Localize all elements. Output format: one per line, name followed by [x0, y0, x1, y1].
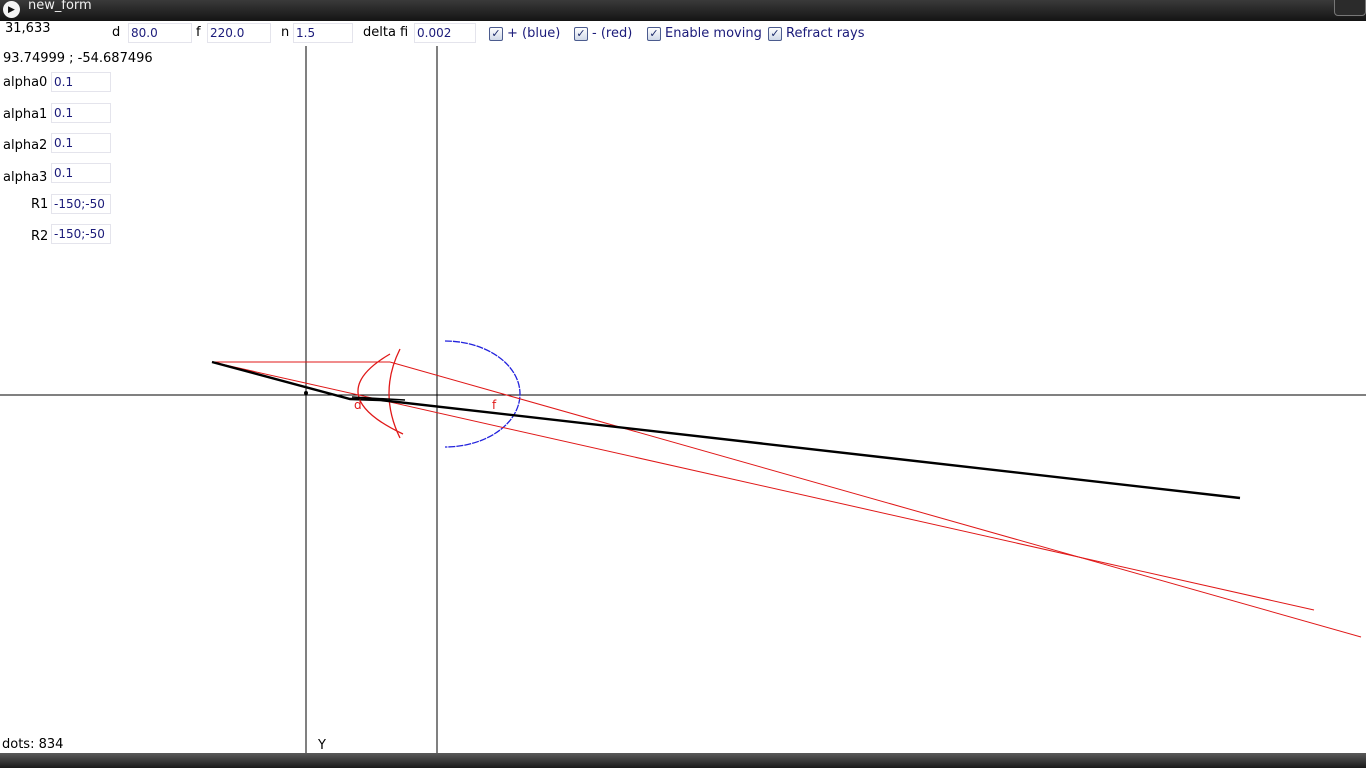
checkbox-check-icon[interactable]: ✓ [647, 26, 661, 41]
r1-input[interactable]: -150;-50 [51, 194, 111, 214]
checkbox-check-icon[interactable]: ✓ [574, 26, 588, 41]
optics-plot [0, 46, 1366, 753]
minus-red-label: - (red) [592, 26, 633, 41]
alpha3-label: alpha3 [3, 170, 48, 185]
mouse-coords: 31,633 [5, 21, 51, 36]
r2-input[interactable]: -150;-50 [51, 224, 111, 244]
checkbox-check-icon[interactable]: ✓ [768, 26, 782, 41]
lens-plus-blue [444, 340, 521, 448]
origin-point [304, 391, 308, 395]
alpha3-input[interactable]: 0.1 [51, 163, 111, 183]
taskbar [0, 753, 1366, 768]
window-control-button[interactable] [1334, 0, 1366, 16]
checkbox-check-icon[interactable]: ✓ [489, 26, 503, 41]
r2-label: R2 [31, 229, 49, 244]
dots-count: dots: 834 [2, 737, 64, 752]
refract-rays-checkbox[interactable]: ✓ Refract rays [768, 26, 865, 41]
d-marker-label: d [354, 398, 362, 412]
title-bar: ▶ new_form [0, 0, 1366, 21]
f-marker-label: f [492, 398, 497, 412]
alpha2-input[interactable]: 0.1 [51, 133, 111, 153]
app-icon: ▶ [3, 1, 20, 18]
plus-blue-checkbox[interactable]: ✓ + (blue) [489, 26, 560, 41]
delta-fi-label: delta fi [363, 25, 409, 40]
plus-blue-label: + (blue) [507, 26, 561, 41]
f-input[interactable]: 220.0 [207, 23, 271, 43]
d-label: d [112, 25, 121, 40]
alpha0-label: alpha0 [3, 75, 48, 90]
world-coords: 93.74999 ; -54.687496 [3, 51, 153, 66]
window-title: new_form [28, 0, 92, 13]
refract-rays-label: Refract rays [786, 26, 865, 41]
ray-red-upper [389, 361, 1362, 638]
alpha2-label: alpha2 [3, 138, 48, 153]
n-label: n [281, 25, 290, 40]
minus-red-checkbox[interactable]: ✓ - (red) [574, 26, 632, 41]
lens-minus-red-left [357, 353, 404, 435]
alpha1-label: alpha1 [3, 107, 48, 122]
d-input[interactable]: 80.0 [128, 23, 192, 43]
drawing-canvas[interactable]: 31,633 93.74999 ; -54.687496 d 80.0 f 22… [0, 21, 1366, 753]
alpha0-input[interactable]: 0.1 [51, 72, 111, 92]
enable-moving-checkbox[interactable]: ✓ Enable moving [647, 26, 762, 41]
enable-moving-label: Enable moving [665, 26, 762, 41]
delta-fi-input[interactable]: 0.002 [414, 23, 476, 43]
n-input[interactable]: 1.5 [293, 23, 353, 43]
alpha1-input[interactable]: 0.1 [51, 103, 111, 123]
r1-label: R1 [31, 197, 49, 212]
f-label: f [196, 25, 201, 40]
y-axis-label: Y [318, 738, 326, 753]
